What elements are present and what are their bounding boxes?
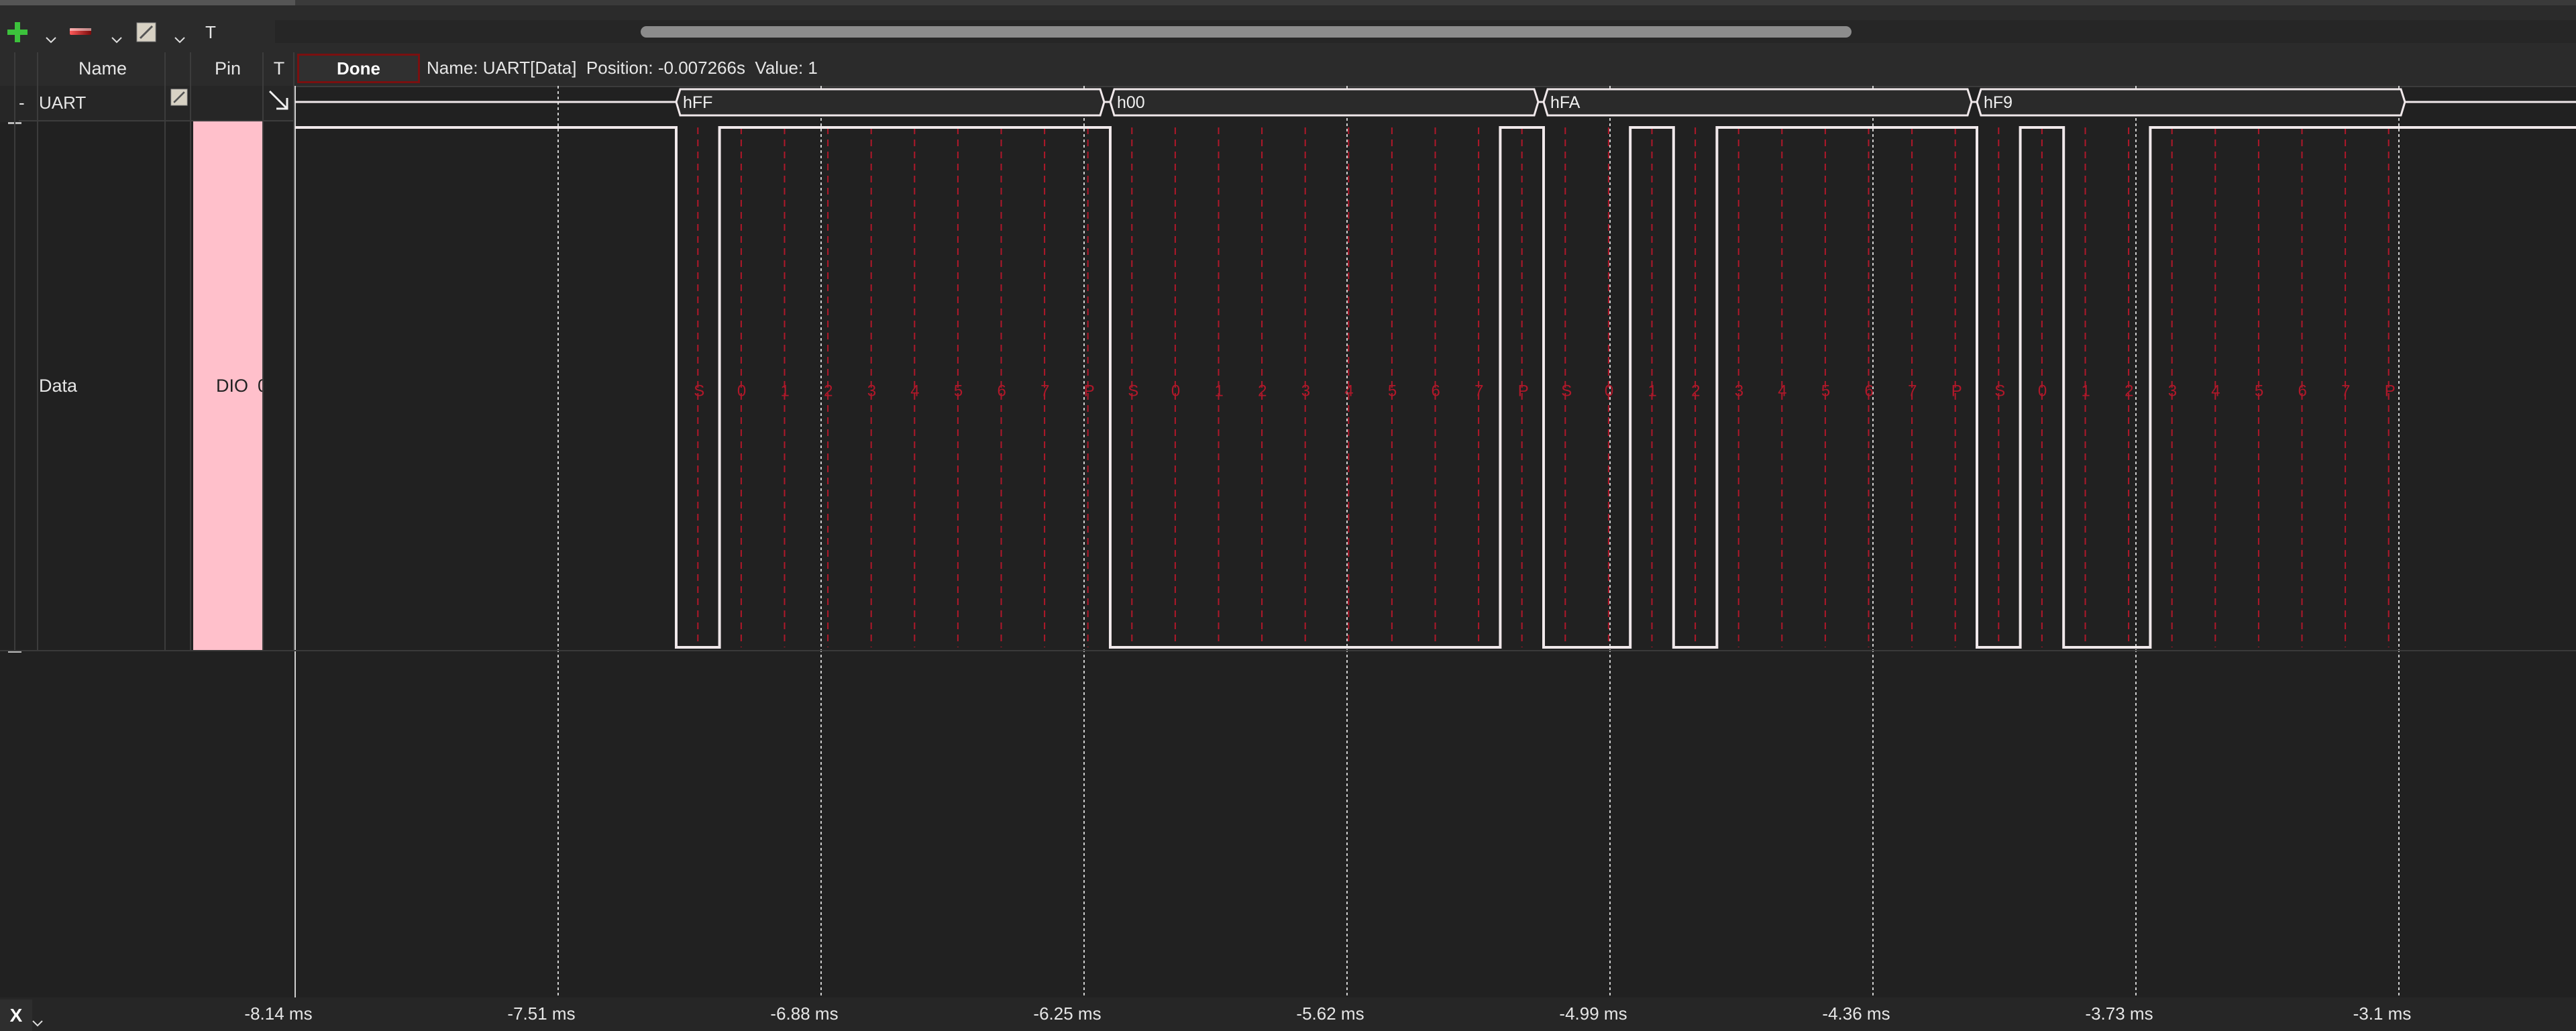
- bit-label: 3: [1735, 382, 1743, 400]
- bit-label: 6: [998, 382, 1006, 400]
- bit-label: S: [694, 382, 704, 400]
- chevron-down-icon[interactable]: [32, 1018, 46, 1029]
- bit-label: 3: [867, 382, 876, 400]
- decoded-byte-label: hF9: [1984, 93, 2012, 112]
- bit-label: 7: [1040, 382, 1049, 400]
- time-tick-label: -8.14 ms: [244, 1003, 313, 1024]
- time-tick-label: -4.36 ms: [1822, 1003, 1890, 1024]
- bit-label: 5: [954, 382, 963, 400]
- bit-label: P: [2385, 382, 2396, 400]
- waveform-canvas[interactable]: hFF h00 hFA hF9 S 0 1 2 3 4 5 6 7 P S 0 1 2 3 4 5 6 7 P S 0 1 2 3 4 5 6…: [0, 0, 2576, 997]
- bit-label: 6: [2298, 382, 2307, 400]
- time-tick-label: -6.88 ms: [770, 1003, 839, 1024]
- bit-label: 2: [1258, 382, 1267, 400]
- bit-label: 4: [910, 382, 919, 400]
- bit-label: 6: [1865, 382, 1874, 400]
- bit-label: 0: [2038, 382, 2047, 400]
- bit-label: 6: [1432, 382, 1440, 400]
- bit-label: 0: [1605, 382, 1613, 400]
- bit-label: 2: [824, 382, 833, 400]
- decoded-byte-label: hFF: [683, 93, 712, 112]
- timeline-ruler: [0, 997, 2576, 1031]
- bit-label: 2: [2125, 382, 2133, 400]
- bit-label: 3: [1301, 382, 1310, 400]
- decoded-byte-box: [1109, 88, 1540, 117]
- time-tick-label: -4.99 ms: [1559, 1003, 1627, 1024]
- bit-label: 4: [1344, 382, 1353, 400]
- time-tick-label: -6.25 ms: [1033, 1003, 1102, 1024]
- decoded-byte-label: hFA: [1550, 93, 1580, 112]
- time-tick-label: -3.73 ms: [2085, 1003, 2153, 1024]
- bit-label: P: [1084, 382, 1095, 400]
- time-tick-label: -5.62 ms: [1296, 1003, 1364, 1024]
- bit-label: 5: [1388, 382, 1397, 400]
- bit-label: 5: [2255, 382, 2263, 400]
- bit-label: 4: [1778, 382, 1786, 400]
- bit-label: 5: [1821, 382, 1830, 400]
- time-tick-label: -3.1 ms: [2353, 1003, 2412, 1024]
- bit-label: S: [1128, 382, 1138, 400]
- bit-label: P: [1518, 382, 1529, 400]
- bit-label: S: [1994, 382, 2005, 400]
- bit-label: 1: [781, 382, 790, 400]
- bit-label: 0: [737, 382, 746, 400]
- close-button[interactable]: X: [0, 999, 32, 1031]
- bit-label: S: [1561, 382, 1572, 400]
- bit-label: 2: [1691, 382, 1700, 400]
- decoded-byte-box: [1542, 88, 1973, 117]
- bit-label: P: [1951, 382, 1962, 400]
- bit-label: 1: [1215, 382, 1224, 400]
- bit-label: 0: [1171, 382, 1180, 400]
- bit-label: 1: [2082, 382, 2090, 400]
- decoded-byte-box: [675, 88, 1106, 117]
- bit-label: 3: [2168, 382, 2177, 400]
- bit-label: 7: [2341, 382, 2350, 400]
- bit-label: 1: [1648, 382, 1657, 400]
- bit-label: 7: [1474, 382, 1483, 400]
- decoded-byte-label: h00: [1117, 93, 1145, 112]
- time-tick-label: -7.51 ms: [507, 1003, 576, 1024]
- bit-label: 4: [2211, 382, 2220, 400]
- bit-label: 7: [1908, 382, 1917, 400]
- decoded-byte-box: [1976, 88, 2406, 117]
